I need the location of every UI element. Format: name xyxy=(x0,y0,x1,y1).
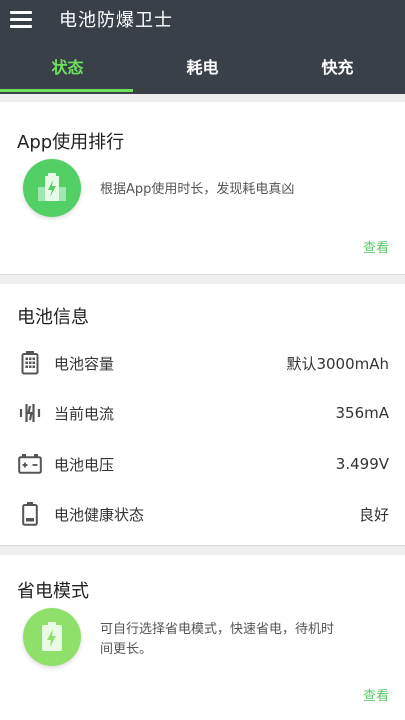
power-saving-title: 省电模式 xyxy=(17,581,89,602)
menu-icon[interactable] xyxy=(10,11,32,28)
app-bar: 电池防爆卫士 状态 耗电 快充 xyxy=(0,0,405,94)
voltage-value: 3.499V xyxy=(335,455,389,473)
app-title: 电池防爆卫士 xyxy=(59,10,173,31)
tab-indicator xyxy=(0,89,133,92)
app-usage-view-link[interactable]: 查看 xyxy=(363,237,389,256)
power-saving-description-line1: 可自行选择省电模式，快速省电，待机时 xyxy=(100,622,335,637)
battery-health-value: 良好 xyxy=(358,505,389,524)
battery-info-title: 电池信息 xyxy=(17,307,89,328)
voltage-label: 电池电压 xyxy=(54,455,115,474)
power-saving-description: 可自行选择省电模式，快速省电，待机时 间更长。 xyxy=(100,620,390,660)
tab-power-consumption[interactable]: 耗电 xyxy=(135,46,270,90)
battery-info-card: 电池信息 电池容量 默认3000mAh 当前电流 356mA 电池电压 3.49… xyxy=(0,284,405,546)
power-saving-card[interactable]: 省电模式 可自行选择省电模式，快速省电，待机时 间更长。 查看 xyxy=(0,555,405,720)
battery-health-row: 电池健康状态 良好 xyxy=(0,494,405,534)
current-label: 当前电流 xyxy=(54,404,115,423)
app-usage-card[interactable]: App使用排行 根据App使用时长，发现耗电真凶 查看 xyxy=(0,102,405,275)
tab-status[interactable]: 状态 xyxy=(0,46,135,90)
current-value: 356mA xyxy=(335,404,389,422)
app-usage-description: 根据App使用时长，发现耗电真凶 xyxy=(100,182,295,197)
battery-capacity-row: 电池容量 默认3000mAh xyxy=(0,343,405,383)
power-saving-view-link[interactable]: 查看 xyxy=(363,685,389,704)
app-usage-icon xyxy=(23,159,81,217)
toolbar: 电池防爆卫士 xyxy=(0,0,405,38)
battery-health-icon xyxy=(18,502,42,526)
current-icon xyxy=(18,401,42,425)
power-saving-icon xyxy=(23,608,81,666)
current-row: 当前电流 356mA xyxy=(0,393,405,433)
voltage-row: 电池电压 3.499V xyxy=(0,444,405,484)
battery-capacity-value: 默认3000mAh xyxy=(286,354,389,373)
app-usage-title: App使用排行 xyxy=(17,132,125,153)
power-saving-description-line2: 间更长。 xyxy=(100,642,153,657)
battery-capacity-icon xyxy=(18,351,42,375)
tab-fast-charge[interactable]: 快充 xyxy=(270,46,405,90)
voltage-icon xyxy=(18,452,42,476)
battery-capacity-label: 电池容量 xyxy=(54,354,115,373)
tab-bar: 状态 耗电 快充 xyxy=(0,46,405,90)
battery-health-label: 电池健康状态 xyxy=(54,505,145,524)
